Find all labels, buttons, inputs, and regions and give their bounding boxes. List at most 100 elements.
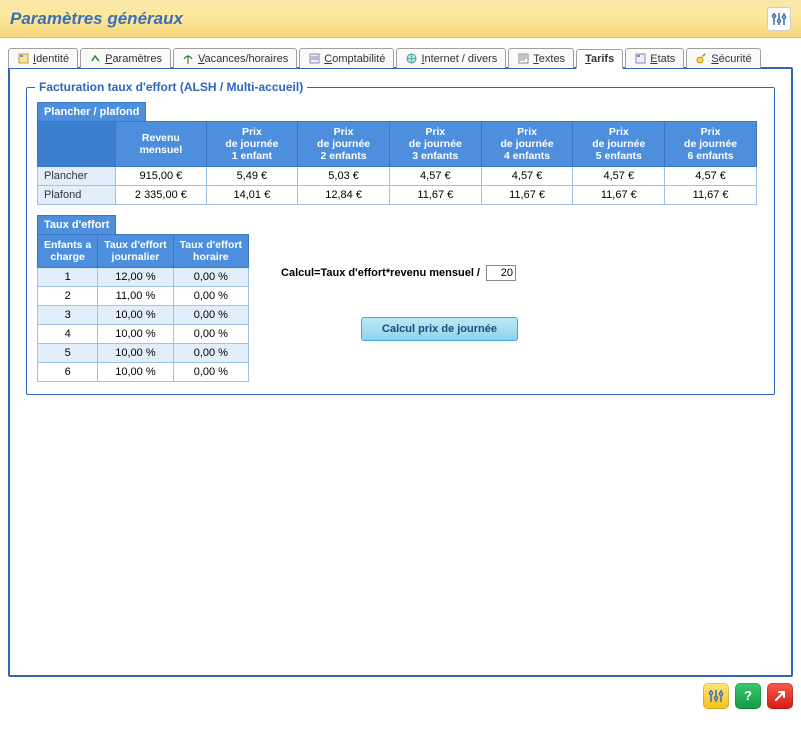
tab-label: Comptabilité [324,53,385,65]
cell[interactable]: 0,00 % [173,287,248,306]
calcul-area: Calcul=Taux d'effort*revenu mensuel / Ca… [281,215,518,341]
cell[interactable]: 915,00 € [116,167,206,186]
effort-caption: Taux d'effort [37,215,116,234]
column-header: Taux d'efforthoraire [173,235,248,268]
page-title: Paramètres généraux [10,9,183,29]
table-row: 211,00 %0,00 % [38,287,249,306]
fieldset-facturation: Facturation taux d'effort (ALSH / Multi-… [26,87,775,395]
table-row: Plancher915,00 €5,49 €5,03 €4,57 €4,57 €… [38,167,757,186]
table-row: 610,00 %0,00 % [38,363,249,382]
cell[interactable]: 12,00 % [98,268,173,287]
tab-vacances-horaires[interactable]: Vacances/horaires [173,48,297,68]
footer-settings-button[interactable] [703,683,729,709]
row-label: Plafond [38,186,116,205]
calcul-prix-button[interactable]: Calcul prix de journée [361,317,518,341]
table-row: 510,00 %0,00 % [38,344,249,363]
cell[interactable]: 14,01 € [206,186,298,205]
cell[interactable]: 0,00 % [173,363,248,382]
cell[interactable]: 4,57 € [573,167,665,186]
cell[interactable]: 10,00 % [98,363,173,382]
column-header: Prixde journée2 enfants [298,122,390,167]
tab-label: Vacances/horaires [198,53,288,65]
tab-label: Textes [533,53,565,65]
tab-label: Etats [650,53,675,65]
fieldset-legend: Facturation taux d'effort (ALSH / Multi-… [35,80,307,94]
tab-label: Tarifs [585,53,614,65]
column-header: Revenumensuel [116,122,206,167]
table-row: 310,00 %0,00 % [38,306,249,325]
taux-effort-section: Taux d'effort Enfants achargeTaux d'effo… [37,215,249,382]
cell[interactable]: 11,00 % [98,287,173,306]
cell[interactable]: 0,00 % [173,306,248,325]
tab-bar: Identité Paramètres Vacances/horaires Compt… [8,48,793,68]
cell[interactable]: 4,57 € [665,167,757,186]
tab-comptabilit-[interactable]: Comptabilité [299,48,394,68]
cell[interactable]: 5,49 € [206,167,298,186]
footer-help-button[interactable]: ? [735,683,761,709]
svg-text:?: ? [744,688,752,703]
column-header: Prixde journée6 enfants [665,122,757,167]
column-header: Prixde journée5 enfants [573,122,665,167]
row-number: 2 [38,287,98,306]
cell[interactable]: 10,00 % [98,344,173,363]
cell[interactable]: 4,57 € [389,167,481,186]
footer-close-button[interactable] [767,683,793,709]
column-header: Prixde journée4 enfants [481,122,573,167]
tab-identit-[interactable]: Identité [8,48,78,68]
pp-caption: Plancher / plafond [37,102,146,121]
cell[interactable]: 0,00 % [173,268,248,287]
title-bar: Paramètres généraux [0,0,801,38]
calcul-divisor-input[interactable] [486,265,516,281]
cell[interactable]: 11,67 € [665,186,757,205]
cell[interactable]: 2 335,00 € [116,186,206,205]
tab-icon [308,52,321,65]
cell[interactable]: 5,03 € [298,167,390,186]
tab-icon [405,52,418,65]
row-number: 1 [38,268,98,287]
tab-icon [517,52,530,65]
table-row: 112,00 %0,00 % [38,268,249,287]
tab-param-tres[interactable]: Paramètres [80,48,171,68]
column-header: Prixde journée3 enfants [389,122,481,167]
tab-tarifs[interactable]: Tarifs [576,49,623,69]
cell[interactable]: 4,57 € [481,167,573,186]
cell[interactable]: 11,67 € [389,186,481,205]
table-corner [38,122,116,167]
tab-icon [695,52,708,65]
tab-icon [17,52,30,65]
calcul-label: Calcul=Taux d'effort*revenu mensuel / [281,267,480,279]
column-header: Enfants acharge [38,235,98,268]
row-number: 3 [38,306,98,325]
tab-icon [89,52,102,65]
cell[interactable]: 12,84 € [298,186,390,205]
tab-icon [182,52,195,65]
cell[interactable]: 10,00 % [98,325,173,344]
table-row: 410,00 %0,00 % [38,325,249,344]
plancher-plafond-table: RevenumensuelPrixde journée1 enfantPrixd… [37,121,757,205]
tab-label: Paramètres [105,53,162,65]
sliders-icon[interactable] [767,7,791,31]
tab-etats[interactable]: Etats [625,48,684,68]
plancher-plafond-section: Plancher / plafond RevenumensuelPrixde j… [37,102,764,205]
cell[interactable]: 11,67 € [573,186,665,205]
cell[interactable]: 0,00 % [173,344,248,363]
column-header: Prixde journée1 enfant [206,122,298,167]
tab-label: Identité [33,53,69,65]
row-label: Plancher [38,167,116,186]
row-number: 6 [38,363,98,382]
cell[interactable]: 11,67 € [481,186,573,205]
tab-label: Sécurité [711,53,751,65]
tab-textes[interactable]: Textes [508,48,574,68]
cell[interactable]: 10,00 % [98,306,173,325]
tab-panel-tarifs: Facturation taux d'effort (ALSH / Multi-… [8,67,793,677]
table-row: Plafond2 335,00 €14,01 €12,84 €11,67 €11… [38,186,757,205]
cell[interactable]: 0,00 % [173,325,248,344]
column-header: Taux d'effortjournalier [98,235,173,268]
row-number: 4 [38,325,98,344]
taux-effort-table: Enfants achargeTaux d'effortjournalierTa… [37,234,249,382]
main-area: Identité Paramètres Vacances/horaires Compt… [0,38,801,677]
row-number: 5 [38,344,98,363]
tab-label: Internet / divers [421,53,497,65]
tab-internet-divers[interactable]: Internet / divers [396,48,506,68]
tab-s-curit-[interactable]: Sécurité [686,48,760,68]
